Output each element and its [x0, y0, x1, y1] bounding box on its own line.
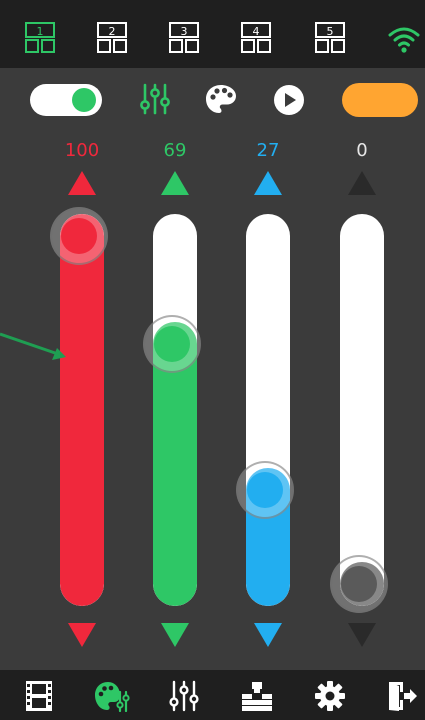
slider-knob-core [247, 472, 283, 509]
preset-3-label: 3 [181, 25, 188, 38]
slider-fill [60, 214, 104, 606]
sort-icon[interactable] [240, 680, 274, 716]
slider-knob-core [154, 325, 190, 362]
channel-white: 0 [330, 130, 392, 670]
channel-green: 69 [143, 130, 205, 670]
slider-track[interactable] [153, 214, 197, 606]
toggle-knob [72, 88, 96, 112]
increase-arrow-icon[interactable] [347, 170, 377, 200]
preset-5-button[interactable]: 5 [314, 22, 346, 54]
active-color-swatch[interactable] [342, 83, 418, 117]
film-icon[interactable] [24, 680, 54, 716]
preset-3-button[interactable]: 3 [168, 22, 200, 54]
power-toggle[interactable] [30, 84, 102, 116]
preset-1-label: 1 [37, 25, 44, 38]
decrease-arrow-icon[interactable] [347, 622, 377, 652]
preset-5-label: 5 [327, 25, 334, 38]
slider-knob[interactable] [330, 555, 388, 613]
wifi-icon [388, 26, 420, 54]
slider-track[interactable] [246, 214, 290, 606]
preset-2-label: 2 [109, 25, 116, 38]
preset-1-button[interactable]: 1 [24, 22, 56, 54]
increase-arrow-icon[interactable] [160, 170, 190, 200]
play-icon[interactable] [272, 83, 306, 121]
slider-track[interactable] [60, 214, 104, 606]
decrease-arrow-icon[interactable] [160, 622, 190, 652]
channel-value: 0 [356, 140, 368, 161]
sliders-icon[interactable] [168, 680, 200, 716]
slider-knob[interactable] [50, 207, 108, 265]
decrease-arrow-icon[interactable] [253, 622, 283, 652]
channel-value: 27 [256, 140, 280, 161]
slider-knob-core [61, 218, 97, 254]
channel-blue: 27 [236, 130, 298, 670]
slider-knob-core [341, 566, 377, 602]
channel-red: 100 [50, 130, 112, 670]
preset-2-button[interactable]: 2 [96, 22, 128, 54]
gear-icon[interactable] [314, 680, 346, 716]
preset-4-button[interactable]: 4 [240, 22, 272, 54]
palette-sliders-icon[interactable] [94, 680, 130, 716]
channel-value: 100 [64, 140, 100, 161]
slider-track[interactable] [340, 214, 384, 606]
annotation-arrow [0, 322, 80, 374]
preset-bar: 1 2 3 4 5 [0, 0, 425, 68]
increase-arrow-icon[interactable] [67, 170, 97, 200]
palette-icon[interactable] [204, 82, 238, 120]
control-row [0, 68, 425, 130]
decrease-arrow-icon[interactable] [67, 622, 97, 652]
channel-value: 69 [163, 140, 187, 161]
exit-icon[interactable] [386, 680, 418, 716]
slider-knob[interactable] [236, 461, 294, 520]
slider-knob[interactable] [143, 314, 201, 373]
bottom-nav [0, 670, 425, 720]
preset-4-label: 4 [253, 25, 260, 38]
increase-arrow-icon[interactable] [253, 170, 283, 200]
sliders-icon[interactable] [138, 82, 172, 120]
